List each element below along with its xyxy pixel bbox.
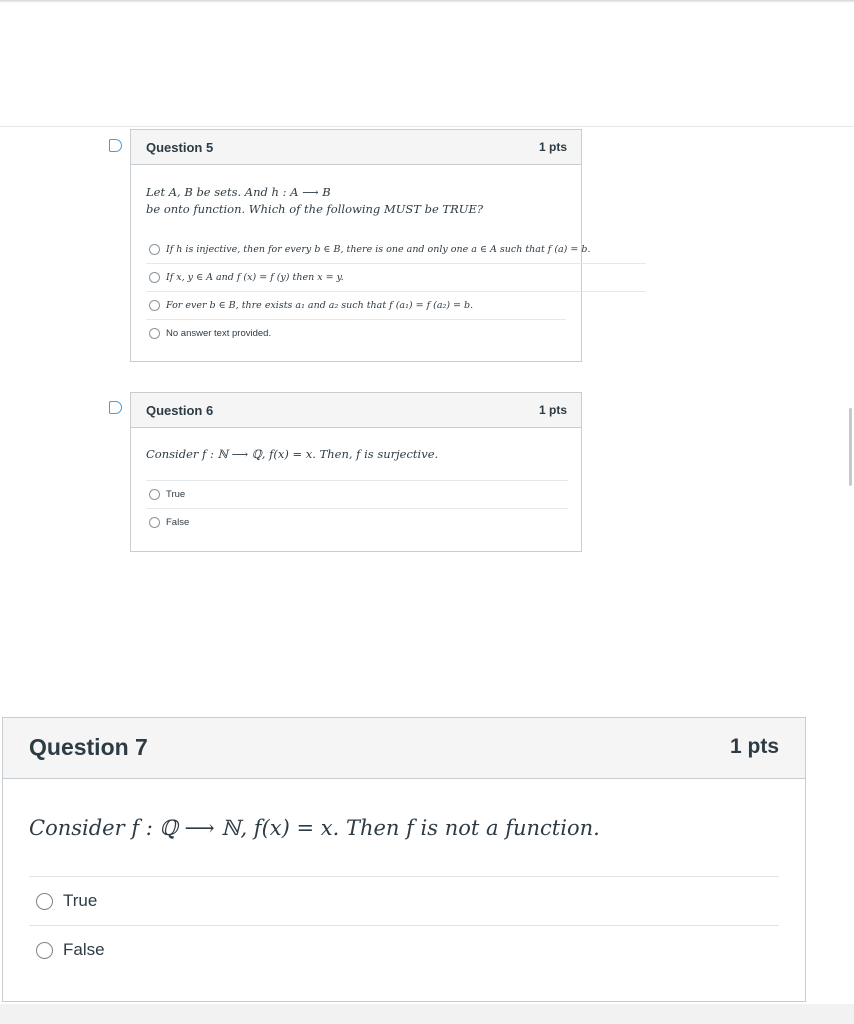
scrollbar[interactable] [849,408,852,486]
bottom-bar [0,1004,854,1024]
question-7-title: Question 7 [29,734,148,760]
question-7-card: Question 7 1 pts Consider f : ℚ ⟶ ℕ, f(x… [2,717,806,1002]
top-shadow [0,0,854,3]
answer-option[interactable]: False [29,925,779,974]
answer-label: True [166,489,186,500]
answer-option[interactable]: For ever b ∈ B, thre exists a₁ and a₂ su… [146,291,646,319]
question-7-header: Question 7 1 pts [3,718,805,779]
answer-option[interactable]: If h is injective, then for every b ∈ B,… [146,235,646,263]
question-7-text: Consider f : ℚ ⟶ ℕ, f(x) = x. Then f is … [29,816,600,840]
question-6-points: 1 pts [538,403,567,417]
flag-question-6-icon[interactable] [109,401,122,414]
answer-label: False [63,940,105,959]
radio-button-icon[interactable] [149,328,160,339]
answer-option[interactable]: If x, y ∈ A and f (x) = f (y) then x = y… [146,263,646,291]
answer-label: False [166,517,190,528]
question-6-title: Question 6 [146,403,214,418]
question-6-header: Question 6 1 pts [131,393,581,428]
answer-option[interactable]: No answer text provided. [146,319,566,347]
answer-option[interactable]: False [146,508,568,536]
question-5-text-line-1: Let A, B be sets. And h : A ⟶ B [146,185,331,199]
answer-label: No answer text provided. [166,328,272,339]
answer-option[interactable]: True [146,480,568,508]
question-5-text-line-2: be onto function. Which of the following… [146,202,484,216]
answer-label: If h is injective, then for every b ∈ B,… [166,243,591,255]
flag-question-5-icon[interactable] [109,139,122,152]
question-6-text: Consider f : ℕ ⟶ ℚ, f(x) = x. Then, f is… [146,447,439,461]
question-5-title: Question 5 [146,140,214,155]
question-7-points: 1 pts [729,735,779,758]
radio-button-icon[interactable] [149,272,160,283]
radio-button-icon[interactable] [36,941,53,959]
radio-button-icon[interactable] [149,243,160,255]
question-5-card: Question 5 1 pts Let A, B be sets. And h… [130,129,646,362]
radio-button-icon[interactable] [149,489,160,500]
question-5-points: 1 pts [538,140,567,154]
radio-button-icon[interactable] [36,892,53,910]
question-5-header: Question 5 1 pts [131,130,581,165]
radio-button-icon[interactable] [149,517,160,528]
answer-label: If x, y ∈ A and f (x) = f (y) then x = y… [166,272,344,283]
radio-button-icon[interactable] [149,300,160,311]
section-divider [0,126,854,127]
answer-label: True [63,891,98,910]
answer-option[interactable]: True [29,876,779,925]
answer-label: For ever b ∈ B, thre exists a₁ and a₂ su… [166,300,474,311]
question-6-card: Question 6 1 pts Consider f : ℕ ⟶ ℚ, f(x… [130,392,582,552]
